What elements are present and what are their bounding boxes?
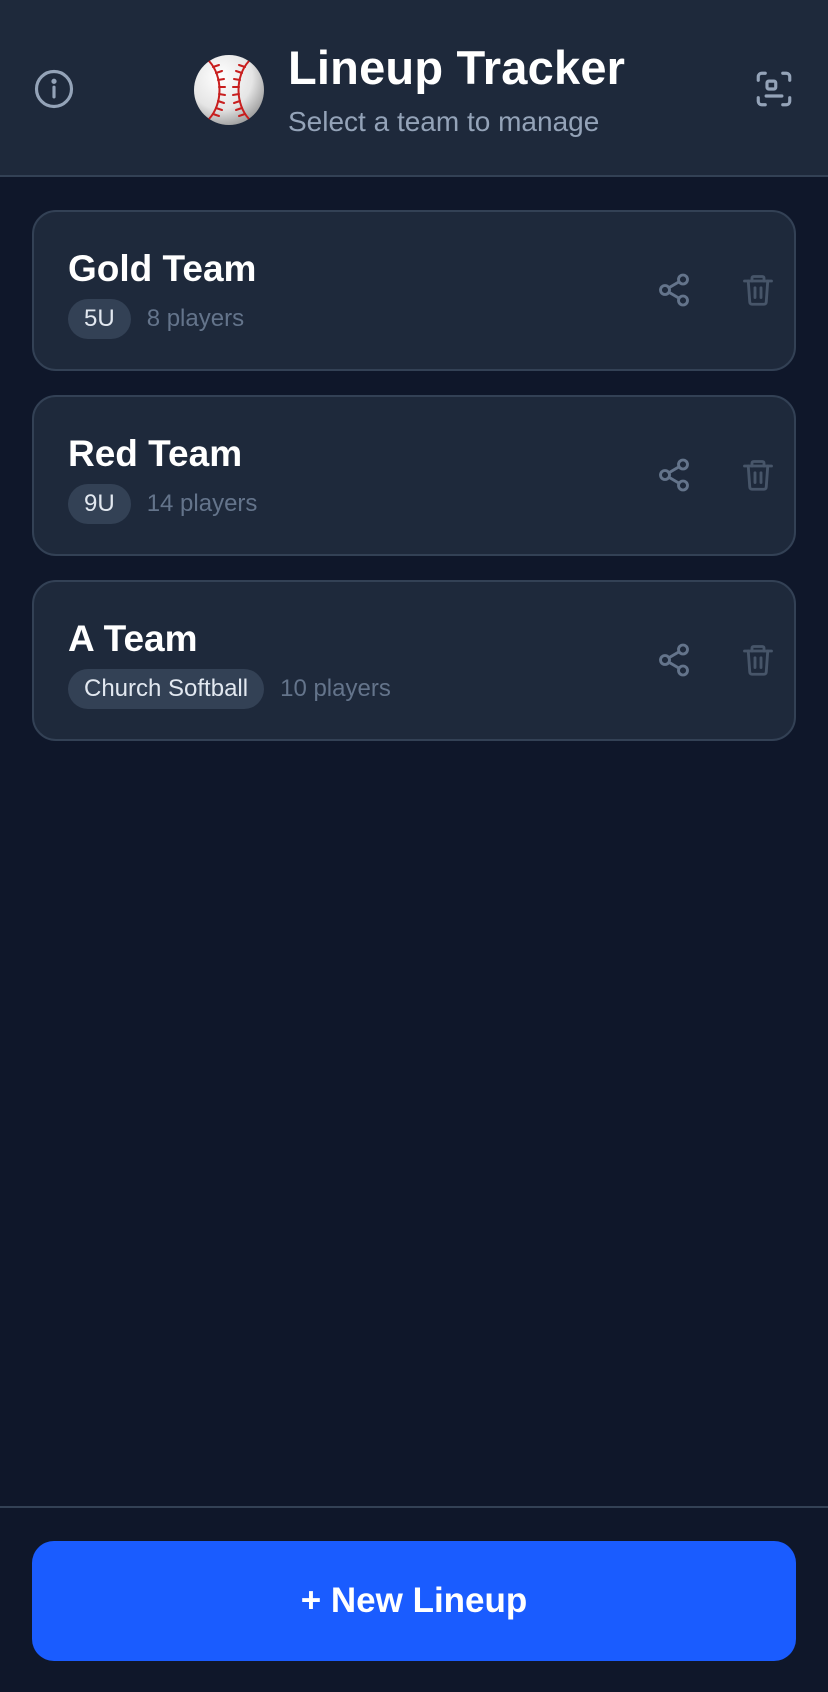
new-lineup-button[interactable]: + New Lineup (32, 1541, 796, 1661)
team-card[interactable]: Red Team 9U 14 players (32, 395, 796, 556)
app-subtitle: Select a team to manage (288, 106, 600, 137)
age-group-badge: 5U (68, 299, 131, 339)
trash-icon (743, 460, 773, 491)
team-name: A Team (68, 618, 198, 659)
info-icon (34, 69, 74, 109)
player-count: 10 players (280, 675, 391, 702)
trash-icon (743, 275, 773, 306)
share-button[interactable] (650, 266, 698, 314)
footer-bar: + New Lineup (0, 1506, 828, 1692)
app-screen: Lineup Tracker Select a team to manage G… (0, 0, 828, 1692)
info-button[interactable] (32, 67, 76, 111)
brand-text: Lineup Tracker Select a team to manage (288, 42, 625, 138)
brand: Lineup Tracker Select a team to manage (193, 40, 625, 140)
scan-button[interactable] (752, 67, 796, 111)
team-meta: 5U 8 players (68, 299, 244, 339)
delete-button[interactable] (734, 636, 782, 684)
team-card[interactable]: Gold Team 5U 8 players (32, 210, 796, 371)
trash-icon (743, 645, 773, 676)
scan-icon (756, 71, 792, 107)
delete-button[interactable] (734, 451, 782, 499)
age-group-badge: 9U (68, 484, 131, 524)
age-group-badge: Church Softball (68, 669, 265, 709)
team-meta: 9U 14 players (68, 484, 257, 524)
delete-button[interactable] (734, 266, 782, 314)
app-header: Lineup Tracker Select a team to manage (0, 0, 828, 177)
share-button[interactable] (650, 636, 698, 684)
app-title: Lineup Tracker (288, 41, 626, 94)
player-count: 14 players (146, 490, 258, 517)
share-icon (659, 643, 689, 677)
team-meta: Church Softball 10 players (68, 669, 391, 709)
team-card[interactable]: A Team Church Softball 10 players (32, 580, 796, 741)
team-name: Gold Team (68, 248, 257, 289)
share-icon (659, 458, 689, 492)
share-button[interactable] (650, 451, 698, 499)
baseball-icon (194, 55, 264, 125)
player-count: 8 players (146, 305, 245, 332)
team-name: Red Team (68, 433, 243, 474)
team-list: Gold Team 5U 8 players Red Team 9U 14 pl… (32, 210, 796, 765)
share-icon (659, 273, 689, 307)
